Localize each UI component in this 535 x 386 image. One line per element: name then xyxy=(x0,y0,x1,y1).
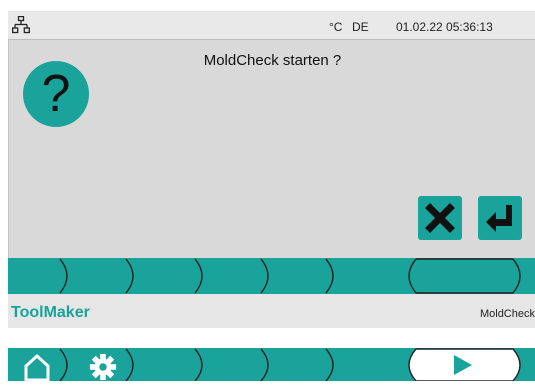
module-label: MoldCheck xyxy=(479,308,535,320)
temperature-unit[interactable]: °C xyxy=(329,20,342,34)
footer-bar: ToolMaker MoldCheck xyxy=(8,294,535,328)
brand-label: ToolMaker xyxy=(11,304,90,321)
softkey-3[interactable] xyxy=(134,258,202,294)
confirm-button[interactable] xyxy=(478,196,522,240)
confirm-dialog: MoldCheck starten ? ? xyxy=(8,40,535,258)
dialog-title: MoldCheck starten ? xyxy=(203,52,342,69)
network-icon[interactable] xyxy=(12,16,30,34)
date-time: 01.02.22 05:36:13 xyxy=(396,20,493,34)
x-icon xyxy=(425,203,455,233)
play-icon[interactable] xyxy=(452,354,474,376)
softkey-5[interactable] xyxy=(268,258,334,294)
home-icon[interactable] xyxy=(24,354,50,381)
softkey-6[interactable] xyxy=(408,258,522,294)
language-indicator[interactable]: DE xyxy=(352,20,369,34)
navigation-bar xyxy=(8,348,535,382)
gear-icon[interactable] xyxy=(88,353,118,381)
softkey-4[interactable] xyxy=(202,258,268,294)
softkey-1[interactable] xyxy=(8,258,68,294)
enter-icon xyxy=(486,205,512,232)
softkey-2[interactable] xyxy=(68,258,134,294)
cancel-button[interactable] xyxy=(418,196,462,240)
softkey-bar xyxy=(8,258,535,294)
status-bar: °C DE 01.02.22 05:36:13 xyxy=(8,11,535,40)
question-icon: ? xyxy=(23,61,89,127)
